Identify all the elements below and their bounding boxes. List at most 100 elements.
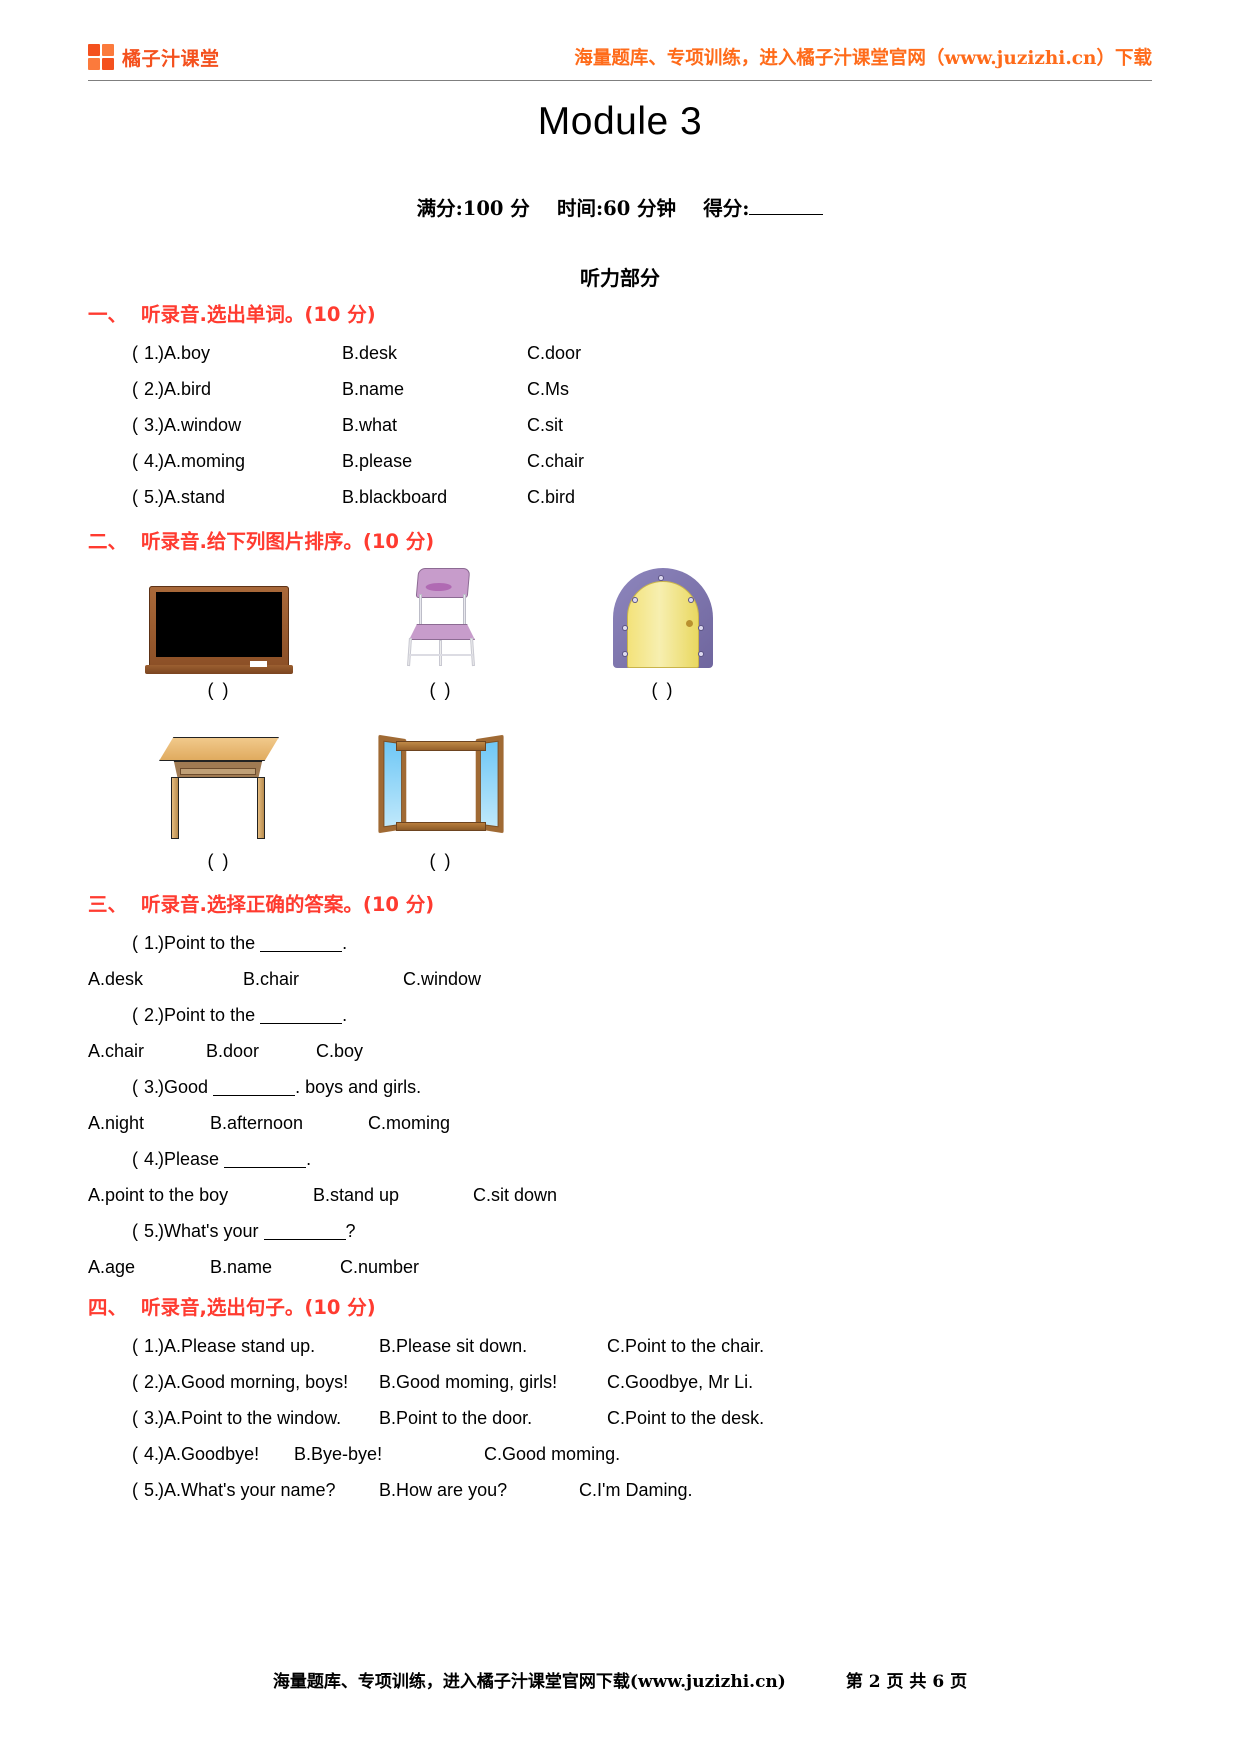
answer-paren[interactable]: ( ) (88, 1436, 164, 1472)
option-c[interactable]: C.boy (316, 1041, 363, 1061)
item-number: 4. (144, 1149, 160, 1169)
orange-grid-logo-icon (88, 44, 114, 70)
section-1-heading: 一、 听录音.选出单词。(10 分) (88, 298, 1158, 327)
option-c[interactable]: C.bird (527, 479, 575, 515)
option-a[interactable]: A.age (88, 1249, 210, 1285)
answer-paren[interactable]: ( ) (88, 1472, 164, 1508)
answer-paren[interactable]: ( ) (88, 1069, 164, 1105)
option-a[interactable]: A.Goodbye! (164, 1436, 294, 1472)
option-b[interactable]: B.Good moming, girls! (379, 1364, 607, 1400)
option-b[interactable]: B.Please sit down. (379, 1328, 607, 1364)
option-c[interactable]: C.number (340, 1257, 419, 1277)
option-b[interactable]: B.name (342, 371, 527, 407)
answer-paren[interactable]: ( ) (88, 1328, 164, 1364)
answer-blank[interactable] (260, 1023, 343, 1024)
option-c[interactable]: C.moming (368, 1113, 450, 1133)
picture-cell: ( ) (552, 568, 774, 701)
option-a[interactable]: A.stand (164, 479, 342, 515)
picture-answer-box[interactable]: ( ) (430, 680, 453, 701)
option-a[interactable]: A.boy (164, 335, 342, 371)
option-c[interactable]: C.Point to the chair. (607, 1336, 764, 1356)
section-4-number: 四、 (88, 1296, 128, 1319)
exam-content: 一、 听录音.选出单词。(10 分) ( )1. A.boy B.desk C.doo… (88, 298, 1158, 1508)
answer-paren[interactable]: ( ) (88, 407, 164, 443)
option-b[interactable]: B.what (342, 407, 527, 443)
answer-paren[interactable]: ( ) (88, 1213, 164, 1249)
answer-blank[interactable] (213, 1095, 296, 1096)
answer-paren[interactable]: ( ) (88, 1141, 164, 1177)
option-a[interactable]: A.window (164, 407, 342, 443)
section-3-title: 听录音.选择正确的答案。(10 分) (141, 893, 435, 916)
option-c[interactable]: C.Point to the desk. (607, 1408, 764, 1428)
option-a[interactable]: A.moming (164, 443, 342, 479)
answer-paren[interactable]: ( ) (88, 371, 164, 407)
option-b[interactable]: B.desk (342, 335, 527, 371)
option-a[interactable]: A.point to the boy (88, 1177, 313, 1213)
question-row: ( )2. A.Good morning, boys! B.Good moming… (88, 1364, 1158, 1400)
option-c[interactable]: C.Ms (527, 371, 569, 407)
item-number: 3. (144, 1408, 160, 1428)
question-row: ( )3. A.Point to the window. B.Point to t… (88, 1400, 1158, 1436)
option-c[interactable]: C.sit (527, 407, 563, 443)
answer-paren[interactable]: ( ) (88, 1400, 164, 1436)
section-4-title: 听录音,选出句子。(10 分) (141, 1296, 376, 1319)
option-b[interactable]: B.Point to the door. (379, 1400, 607, 1436)
section-1-title: 听录音.选出单词。(10 分) (141, 303, 376, 326)
item-number: 5. (144, 1221, 160, 1241)
time-label: 时间:60 分钟 (556, 197, 677, 220)
answer-paren[interactable]: ( ) (88, 925, 164, 961)
picture-cell: ( ) (330, 568, 552, 701)
option-a[interactable]: A.Please stand up. (164, 1328, 379, 1364)
option-b[interactable]: B.stand up (313, 1177, 473, 1213)
option-b[interactable]: B.door (206, 1033, 316, 1069)
option-a[interactable]: A.night (88, 1105, 210, 1141)
picture-answer-box[interactable]: ( ) (652, 680, 675, 701)
option-a[interactable]: A.Point to the window. (164, 1400, 379, 1436)
answer-paren[interactable]: ( ) (88, 997, 164, 1033)
exam-page: 橘子汁课堂 海量题库、专项训练，进入橘子汁课堂官网（www.juzizhi.cn… (0, 0, 1240, 1754)
option-b[interactable]: B.please (342, 443, 527, 479)
option-c[interactable]: C.door (527, 335, 581, 371)
picture-answer-box[interactable]: ( ) (430, 851, 453, 872)
score-blank[interactable] (749, 214, 824, 215)
option-a[interactable]: A.desk (88, 961, 243, 997)
option-a[interactable]: A.What's your name? (164, 1472, 379, 1508)
answer-paren[interactable]: ( ) (88, 443, 164, 479)
option-a[interactable]: A.bird (164, 371, 342, 407)
option-c[interactable]: C.Goodbye, Mr Li. (607, 1372, 753, 1392)
answer-blank[interactable] (263, 1239, 346, 1240)
section-3-heading: 三、 听录音.选择正确的答案。(10 分) (88, 888, 1158, 917)
brand: 橘子汁课堂 (88, 44, 220, 71)
option-b[interactable]: B.name (210, 1249, 340, 1285)
option-b[interactable]: B.Bye-bye! (294, 1436, 484, 1472)
question-row: ( )2. A.bird B.name C.Ms (88, 371, 1158, 407)
option-c[interactable]: C.chair (527, 443, 584, 479)
answer-paren[interactable]: ( ) (88, 335, 164, 371)
option-a[interactable]: A.Good morning, boys! (164, 1364, 379, 1400)
option-b[interactable]: B.How are you? (379, 1472, 579, 1508)
picture-answer-box[interactable]: ( ) (208, 851, 231, 872)
option-a[interactable]: A.chair (88, 1033, 206, 1069)
door-picture (613, 568, 713, 668)
option-b[interactable]: B.chair (243, 961, 403, 997)
option-c[interactable]: C.I'm Daming. (579, 1480, 692, 1500)
option-c[interactable]: C.sit down (473, 1185, 557, 1205)
item-number: 5. (144, 487, 160, 507)
answer-blank[interactable] (224, 1167, 307, 1168)
section-2-number: 二、 (88, 530, 128, 553)
option-b[interactable]: B.afternoon (210, 1105, 368, 1141)
option-c[interactable]: C.Good moming. (484, 1444, 620, 1464)
answer-paren[interactable]: ( ) (88, 479, 164, 515)
question-stem-end: . (342, 933, 348, 953)
section-3-number: 三、 (88, 893, 128, 916)
page-header: 橘子汁课堂 海量题库、专项训练，进入橘子汁课堂官网（www.juzizhi.cn… (88, 34, 1152, 80)
answer-blank[interactable] (260, 951, 343, 952)
option-c[interactable]: C.window (403, 969, 481, 989)
picture-answer-box[interactable]: ( ) (208, 680, 231, 701)
question-row: ( )3. A.window B.what C.sit (88, 407, 1158, 443)
option-b[interactable]: B.blackboard (342, 479, 527, 515)
answer-paren[interactable]: ( ) (88, 1364, 164, 1400)
section-1-items: ( )1. A.boy B.desk C.door ( )2. A.bird B.na… (88, 335, 1158, 515)
question-row: ( )5. What's your ? (88, 1213, 1158, 1249)
section-1-number: 一、 (88, 303, 128, 326)
